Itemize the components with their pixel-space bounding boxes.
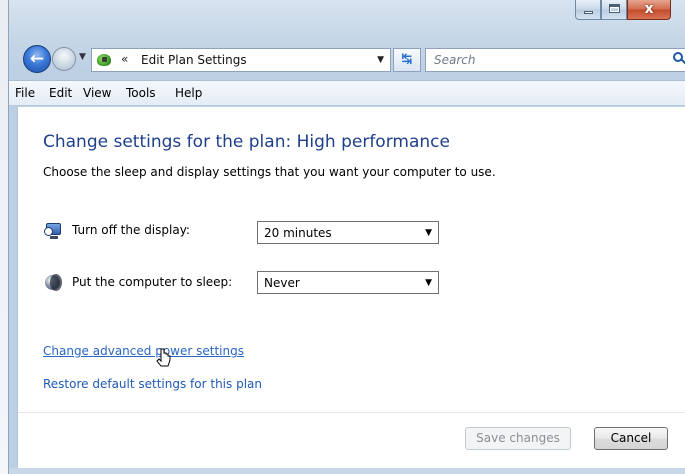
- close-button[interactable]: x: [627, 0, 671, 20]
- sleep-timeout-select[interactable]: Never ▼: [257, 271, 439, 294]
- navigation-bar: ← → ▼ « Edit Plan Settings ▼ ↹ Search: [9, 44, 685, 74]
- forward-arrow-icon: →: [58, 50, 70, 66]
- sleep-timeout-label: Put the computer to sleep:: [72, 275, 233, 289]
- menu-view[interactable]: View: [83, 86, 111, 100]
- restore-defaults-link[interactable]: Restore default settings for this plan: [43, 377, 262, 391]
- maximize-icon: [609, 4, 620, 13]
- mouse-cursor-icon: [156, 348, 171, 367]
- refresh-icon: ↹: [401, 52, 413, 67]
- moon-icon: [44, 274, 62, 292]
- minimize-icon: [584, 11, 593, 14]
- explorer-window: x ← → ▼ « Edit Plan Settings ▼ ↹ Search: [8, 0, 685, 474]
- address-text[interactable]: Edit Plan Settings: [141, 53, 247, 67]
- display-timeout-label: Turn off the display:: [72, 223, 190, 237]
- footer-divider: [18, 412, 685, 413]
- menu-help[interactable]: Help: [175, 86, 202, 100]
- chevron-down-icon: ▼: [425, 278, 432, 288]
- cancel-button[interactable]: Cancel: [594, 427, 668, 450]
- address-path-chevron[interactable]: «: [121, 52, 128, 66]
- caption-buttons: x: [575, 0, 671, 22]
- page-title: Change settings for the plan: High perfo…: [43, 132, 450, 152]
- menu-tools[interactable]: Tools: [126, 86, 156, 100]
- search-input[interactable]: Search: [434, 53, 476, 67]
- display-timeout-select[interactable]: 20 minutes ▼: [257, 221, 439, 244]
- menu-bar: File Edit View Tools Help: [9, 80, 685, 106]
- page-description: Choose the sleep and display settings th…: [43, 165, 496, 179]
- minimize-button[interactable]: [575, 0, 601, 20]
- advanced-power-settings-link[interactable]: Change advanced power settings: [43, 344, 244, 358]
- save-changes-button[interactable]: Save changes: [465, 427, 571, 450]
- monitor-clock-icon: [44, 222, 62, 240]
- content-pane: Change settings for the plan: High perfo…: [17, 107, 685, 474]
- address-dropdown-icon[interactable]: ▼: [377, 55, 384, 65]
- search-box[interactable]: Search: [425, 48, 685, 72]
- back-button[interactable]: ←: [23, 45, 51, 73]
- maximize-button[interactable]: [601, 0, 627, 20]
- search-icon[interactable]: [673, 52, 685, 66]
- menu-file[interactable]: File: [15, 86, 35, 100]
- address-bar[interactable]: « Edit Plan Settings ▼: [91, 48, 391, 72]
- refresh-button[interactable]: ↹: [393, 48, 421, 72]
- display-timeout-value: 20 minutes: [264, 226, 332, 240]
- menu-edit[interactable]: Edit: [49, 86, 72, 100]
- recent-pages-chevron-icon[interactable]: ▼: [79, 52, 86, 62]
- window-bottom-border: [9, 468, 685, 474]
- power-options-icon: [96, 52, 114, 68]
- back-arrow-icon: ←: [29, 49, 45, 69]
- chevron-down-icon: ▼: [425, 228, 432, 238]
- sleep-timeout-value: Never: [264, 276, 300, 290]
- forward-button[interactable]: →: [52, 47, 76, 71]
- close-icon: x: [644, 1, 654, 17]
